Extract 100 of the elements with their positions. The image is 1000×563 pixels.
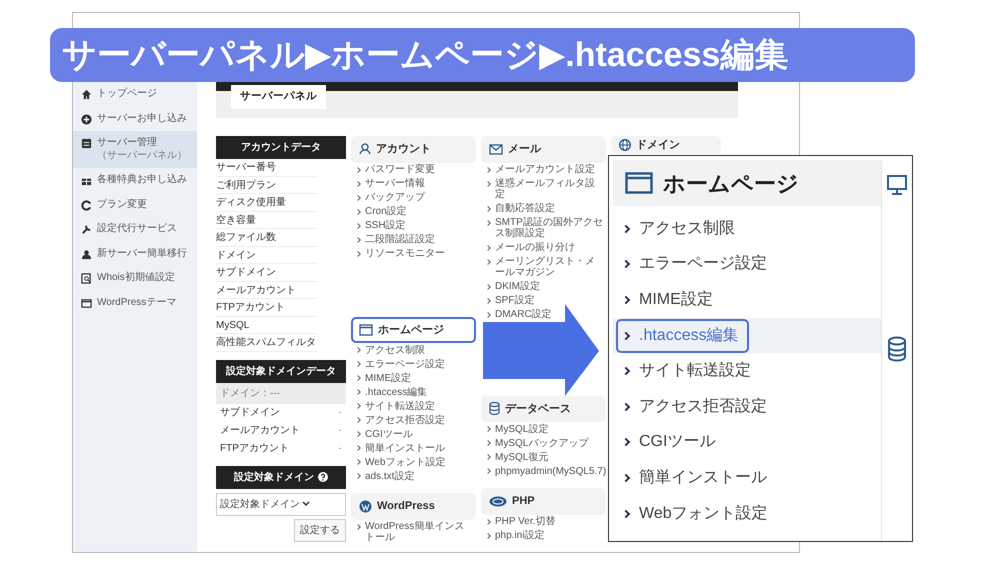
menu-link[interactable]: Cron設定 (351, 204, 476, 218)
menu-link[interactable]: CGIツール (616, 425, 726, 460)
section-heading: アカウントデータ (216, 136, 346, 159)
menu-link[interactable]: アクセス拒否設定 (616, 390, 777, 424)
menu-link[interactable]: サーバー情報 (351, 176, 476, 190)
section-header[interactable]: PHP (481, 488, 606, 514)
data-label: MySQL (216, 316, 318, 334)
globe-icon (619, 139, 631, 151)
menu-link[interactable]: パスワード変更 (351, 162, 476, 176)
menu-link[interactable]: 二段階認証設定 (351, 232, 476, 246)
menu-link[interactable]: .htaccess編集 (616, 318, 749, 353)
search-document-icon (81, 273, 92, 284)
oval-logo-icon (489, 496, 507, 507)
menu-link[interactable]: アクセス拒否設定 (351, 413, 476, 427)
data-label: ディスク使用量 (216, 194, 318, 212)
section-header[interactable]: データベース (481, 396, 606, 422)
menu-link[interactable]: SSH設定 (351, 218, 476, 232)
section-header[interactable]: アカウント (351, 136, 476, 162)
menu-link[interactable]: PHP Ver.切替 (481, 514, 606, 528)
menu-link[interactable]: MySQLバックアップ (481, 436, 606, 450)
data-value: - (338, 424, 343, 438)
data-label: ご利用プラン (216, 176, 318, 194)
data-label: 空き容量 (216, 212, 318, 229)
data-label: FTPアカウント (216, 299, 318, 316)
menu-link[interactable]: MySQL設定 (481, 422, 606, 436)
server-icon (81, 138, 92, 149)
sidebar-item[interactable]: サーバー管理 （サーバーパネル） (73, 131, 197, 168)
menu-link[interactable]: SPF設定 (481, 294, 606, 308)
menu-link[interactable]: 簡単インストール (616, 460, 777, 495)
menu-link[interactable]: エラーページ設定 (351, 357, 476, 371)
person-icon (81, 248, 92, 260)
domain-select[interactable]: 設定対象ドメイン (216, 492, 346, 516)
banner-title: サーバーパネル▶ホームページ▶.htaccess編集 (50, 28, 915, 82)
data-label: 高性能スパムフィルタ (216, 334, 318, 352)
menu-link[interactable]: 迷惑メールフィルタ設定 (481, 176, 606, 202)
set-button[interactable]: 設定する (294, 518, 346, 542)
data-label: サブドメイン (216, 264, 318, 282)
menu-link[interactable]: リソースモニター (351, 246, 476, 260)
section-header[interactable]: WordPress (351, 493, 476, 520)
data-label: サブドメイン (219, 406, 280, 420)
menu-link[interactable]: MIME設定 (351, 371, 476, 385)
sidebar-item[interactable]: 新サーバー簡単移行 (73, 242, 197, 266)
section-header[interactable]: ホームページ (351, 316, 476, 343)
sidebar-item[interactable]: プラン変更 (73, 192, 197, 217)
data-value: - (338, 442, 343, 456)
home-icon (81, 89, 92, 100)
menu-link[interactable]: MIME設定 (616, 282, 723, 317)
window-icon (359, 324, 373, 336)
menu-link[interactable]: MySQL復元 (481, 450, 606, 464)
refresh-icon (81, 200, 92, 210)
sidebar-item[interactable]: Whois初期値設定 (73, 266, 197, 290)
section-heading: 設定対象ドメインデータ (216, 360, 346, 382)
menu-link[interactable]: phpmyadmin(MySQL5.7) (481, 464, 606, 478)
menu-link[interactable]: Webフォント設定 (616, 496, 778, 531)
help-icon (318, 472, 328, 482)
person-icon (359, 143, 371, 156)
data-label: 総ファイル数 (216, 229, 318, 246)
page-tab[interactable]: サーバーパネル (231, 85, 326, 109)
data-label: メールアカウント (216, 282, 318, 299)
menu-link[interactable]: php.ini設定 (481, 528, 606, 542)
caret-icon (302, 501, 310, 507)
data-label: メールアカウント (219, 424, 300, 438)
menu-link[interactable]: サイト転送設定 (351, 399, 476, 413)
menu-link[interactable]: エラーページ設定 (616, 247, 777, 282)
menu-link[interactable]: 自動応答設定 (481, 202, 606, 216)
window-icon (81, 298, 92, 308)
menu-link[interactable]: CGIツール (351, 427, 476, 441)
menu-link[interactable]: アクセス制限 (351, 343, 476, 357)
menu-link[interactable]: DKIM設定 (481, 280, 606, 294)
menu-link[interactable]: SMTP認証の国外アクセス制限設定 (481, 216, 606, 240)
menu-link[interactable]: .htaccess編集 (351, 385, 476, 399)
section-header[interactable]: ドメイン (611, 136, 721, 154)
menu-link[interactable]: 簡単インストール (351, 441, 476, 455)
circle-logo-icon (359, 500, 372, 513)
section-header[interactable]: メール (481, 136, 606, 162)
menu-link[interactable]: メーリングリスト・メールマガジン (481, 254, 606, 280)
menu-link[interactable]: バックアップ (351, 190, 476, 204)
monitor-icon (886, 174, 908, 196)
data-label: FTPアカウント (219, 442, 289, 456)
sidebar-item[interactable]: WordPressテーマ (73, 290, 197, 315)
wrench-icon (81, 224, 92, 235)
menu-link[interactable]: DMARC設定 (481, 308, 606, 322)
sidebar-item[interactable]: トップページ (73, 82, 197, 106)
database-icon (887, 336, 907, 362)
menu-link[interactable]: サイト転送設定 (616, 354, 761, 388)
menu-link[interactable]: アクセス制限 (616, 212, 745, 246)
window-icon (625, 172, 653, 194)
domain-label: ドメイン：--- (216, 382, 346, 404)
section-heading-text: 設定対象ドメイン (234, 470, 314, 484)
menu-link[interactable]: Webフォント設定 (351, 455, 476, 469)
menu-link[interactable]: ads.txt設定 (351, 469, 476, 483)
sidebar-item[interactable]: 設定代行サービス (73, 217, 197, 242)
envelope-icon (489, 144, 503, 155)
sidebar-item[interactable]: サーバーお申し込み (73, 106, 197, 131)
menu-link[interactable]: メールアカウント設定 (481, 162, 606, 176)
menu-link[interactable]: WordPress簡単インストール (351, 520, 476, 544)
data-label: ドメイン (216, 246, 318, 264)
menu-link[interactable]: メールの振り分け (481, 240, 606, 254)
sidebar-item[interactable]: 各種特典お申し込み (73, 168, 197, 192)
section-header: ホームページ (613, 160, 881, 206)
